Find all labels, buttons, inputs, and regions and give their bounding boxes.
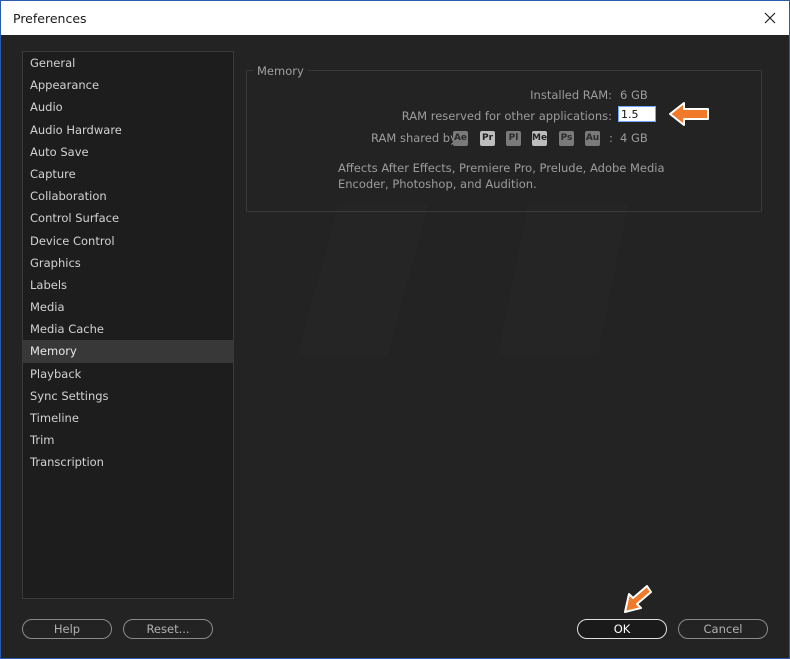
photoshop-badge: Ps (559, 131, 574, 146)
sidebar-item-appearance[interactable]: Appearance (23, 74, 233, 96)
sidebar-item-media-cache[interactable]: Media Cache (23, 318, 233, 340)
ram-reserved-input[interactable] (618, 106, 656, 122)
sidebar-item-sync-settings[interactable]: Sync Settings (23, 385, 233, 407)
sidebar-item-auto-save[interactable]: Auto Save (23, 141, 233, 163)
sidebar-item-graphics[interactable]: Graphics (23, 252, 233, 274)
reset-button[interactable]: Reset... (123, 619, 213, 639)
sidebar-item-playback[interactable]: Playback (23, 363, 233, 385)
cancel-button[interactable]: Cancel (678, 619, 768, 639)
sidebar-item-collaboration[interactable]: Collaboration (23, 185, 233, 207)
help-button[interactable]: Help (22, 619, 112, 639)
sidebar-item-transcription[interactable]: Transcription (23, 451, 233, 473)
preferences-category-list: General Appearance Audio Audio Hardware … (22, 51, 234, 599)
prelude-badge: Pl (506, 131, 521, 146)
memory-note: Affects After Effects, Premiere Pro, Pre… (338, 161, 665, 191)
window-title: Preferences (13, 11, 87, 26)
close-button[interactable] (757, 5, 783, 31)
preferences-window: Preferences General Appearance Audio Aud… (0, 0, 790, 659)
sidebar-item-device-control[interactable]: Device Control (23, 230, 233, 252)
close-icon (764, 12, 776, 24)
title-bar: Preferences (1, 1, 789, 35)
sidebar-item-general[interactable]: General (23, 52, 233, 74)
media-encoder-badge: Me (532, 131, 547, 146)
audition-badge: Au (585, 131, 600, 146)
sidebar-item-audio-hardware[interactable]: Audio Hardware (23, 119, 233, 141)
sidebar-item-labels[interactable]: Labels (23, 274, 233, 296)
ok-pointer-arrow-icon (624, 585, 652, 613)
sidebar-item-audio[interactable]: Audio (23, 96, 233, 118)
sidebar-item-trim[interactable]: Trim (23, 429, 233, 451)
sidebar-item-control-surface[interactable]: Control Surface (23, 207, 233, 229)
installed-ram-label: Installed RAM: (530, 88, 612, 102)
ram-shared-label: RAM shared by (371, 131, 457, 145)
memory-section-title: Memory (253, 64, 308, 78)
sidebar-item-capture[interactable]: Capture (23, 163, 233, 185)
installed-ram-value: 6 GB (620, 88, 648, 102)
ok-button[interactable]: OK (577, 619, 667, 639)
ram-shared-separator: : (609, 131, 613, 145)
sidebar-item-timeline[interactable]: Timeline (23, 407, 233, 429)
sidebar-item-media[interactable]: Media (23, 296, 233, 318)
pointer-arrow-icon (669, 102, 709, 126)
sidebar-item-memory[interactable]: Memory (23, 340, 233, 363)
after-effects-badge: Ae (453, 131, 468, 146)
ram-shared-value: 4 GB (620, 131, 648, 145)
ram-reserved-label: RAM reserved for other applications: (401, 109, 612, 123)
premiere-pro-badge: Pr (480, 131, 495, 146)
dialog-content: General Appearance Audio Audio Hardware … (8, 35, 782, 651)
